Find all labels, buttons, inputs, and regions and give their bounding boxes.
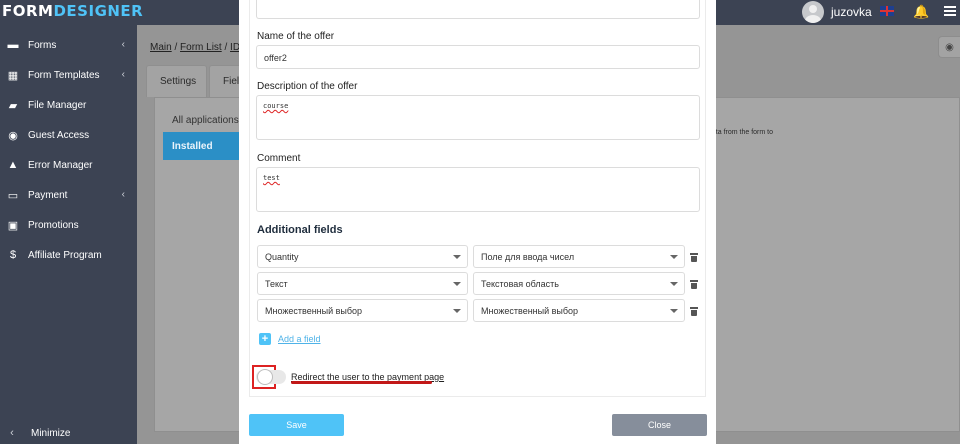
sidebar-item-affiliate-program[interactable]: $ Affiliate Program	[0, 240, 137, 270]
hamburger-menu-icon[interactable]	[944, 6, 956, 16]
description-textarea[interactable]: course	[256, 95, 700, 140]
user-circle-icon: ◉	[8, 129, 18, 142]
close-button[interactable]: Close	[612, 414, 707, 436]
sidebar-item-label: Error Manager	[28, 159, 93, 171]
field-type-select[interactable]: Множественный выбор	[473, 299, 685, 322]
bell-icon[interactable]: 🔔	[913, 4, 929, 20]
select-value: Поле для ввода чисел	[481, 252, 575, 262]
description-value: course	[263, 102, 289, 110]
templates-icon: ▦	[7, 69, 19, 82]
minimize-button[interactable]: ‹ Minimize	[0, 421, 137, 444]
sidebar-item-guest-access[interactable]: ◉ Guest Access	[0, 120, 137, 150]
comment-value: test	[263, 174, 280, 182]
breadcrumb: Main / Form List / ID: 1	[150, 42, 251, 53]
previous-input[interactable]	[256, 0, 700, 19]
side-hint-text: data from the form to	[708, 129, 773, 136]
offer-name-input[interactable]: offer2	[256, 45, 700, 69]
username: juzovka	[831, 5, 872, 19]
user-menu[interactable]: juzovka	[802, 1, 872, 23]
sidebar-item-label: Payment	[28, 189, 68, 201]
tab-settings[interactable]: Settings	[146, 65, 207, 97]
field-type-select[interactable]: Поле для ввода чисел	[473, 245, 685, 268]
dollar-icon: $	[9, 249, 17, 261]
name-label: Name of the offer	[257, 31, 335, 42]
add-field-button[interactable]: + Add a field	[259, 333, 321, 345]
caret-down-icon	[670, 309, 678, 313]
sidebar-item-label: Affiliate Program	[28, 249, 102, 261]
field-name-select[interactable]: Текст	[257, 272, 468, 295]
trash-icon[interactable]	[690, 280, 698, 289]
sidebar-item-form-templates[interactable]: ▦ Form Templates ‹	[0, 60, 137, 90]
folder-icon: ▰	[8, 99, 18, 112]
caret-down-icon	[670, 255, 678, 259]
additional-fields-title: Additional fields	[257, 224, 343, 236]
add-field-label: Add a field	[278, 334, 321, 344]
description-label: Description of the offer	[257, 81, 358, 92]
field-name-select[interactable]: Множественный выбор	[257, 299, 468, 322]
all-applications-link[interactable]: All applications	[164, 115, 240, 131]
sidebar-item-payment[interactable]: ▭ Payment ‹	[0, 180, 137, 210]
sidebar-item-label: Forms	[28, 39, 57, 51]
chevron-left-icon: ‹	[121, 39, 125, 50]
avatar	[802, 1, 824, 23]
breadcrumb-form-list[interactable]: Form List	[180, 42, 222, 53]
select-value: Текстовая область	[481, 279, 559, 289]
offer-form: Name of the offer offer2 Description of …	[249, 0, 706, 397]
warning-icon: ▲	[7, 159, 19, 171]
sidebar-item-label: Form Templates	[28, 69, 100, 81]
sidebar-item-forms[interactable]: ▬ Forms ‹	[0, 30, 137, 60]
field-name-select[interactable]: Quantity	[257, 245, 468, 268]
caret-down-icon	[453, 255, 461, 259]
field-type-select[interactable]: Текстовая область	[473, 272, 685, 295]
plus-icon: +	[259, 333, 271, 345]
select-value: Множественный выбор	[481, 306, 579, 316]
caret-down-icon	[453, 282, 461, 286]
redirect-toggle-highlight	[252, 365, 286, 389]
sidebar-item-file-manager[interactable]: ▰ File Manager	[0, 90, 137, 120]
chevron-left-icon: ‹	[10, 427, 14, 439]
caret-down-icon	[453, 309, 461, 313]
eye-icon[interactable]: ◉	[938, 36, 960, 58]
select-value: Множественный выбор	[265, 306, 363, 316]
comment-textarea[interactable]: test	[256, 167, 700, 212]
uk-flag-icon[interactable]	[880, 6, 894, 16]
redirect-toggle[interactable]	[256, 369, 286, 385]
toggle-knob	[257, 369, 273, 385]
sidebar-item-label: Promotions	[28, 219, 79, 231]
select-value: Quantity	[265, 252, 299, 262]
trash-icon[interactable]	[690, 307, 698, 316]
sidebar-item-label: Guest Access	[28, 129, 90, 141]
installed-tab[interactable]: Installed	[163, 132, 241, 160]
breadcrumb-main[interactable]: Main	[150, 42, 172, 53]
trash-icon[interactable]	[690, 253, 698, 262]
sidebar-item-error-manager[interactable]: ▲ Error Manager	[0, 150, 137, 180]
highlight-underline	[291, 381, 432, 384]
caret-down-icon	[670, 282, 678, 286]
comment-label: Comment	[257, 153, 301, 164]
sidebar-item-promotions[interactable]: ▣ Promotions	[0, 210, 137, 240]
sidebar: ▬ Forms ‹ ▦ Form Templates ‹ ▰ File Mana…	[0, 25, 137, 444]
sidebar-item-label: File Manager	[28, 99, 87, 111]
app-logo[interactable]: FORMDESIGNER	[2, 2, 143, 20]
minimize-label: Minimize	[31, 427, 71, 439]
forms-icon: ▬	[7, 39, 19, 51]
offer-modal: Name of the offer offer2 Description of …	[239, 0, 716, 444]
payment-icon: ▭	[7, 189, 19, 202]
save-button[interactable]: Save	[249, 414, 344, 436]
select-value: Текст	[265, 279, 288, 289]
chevron-left-icon: ‹	[121, 189, 125, 200]
chevron-left-icon: ‹	[121, 69, 125, 80]
gift-icon: ▣	[7, 219, 19, 232]
